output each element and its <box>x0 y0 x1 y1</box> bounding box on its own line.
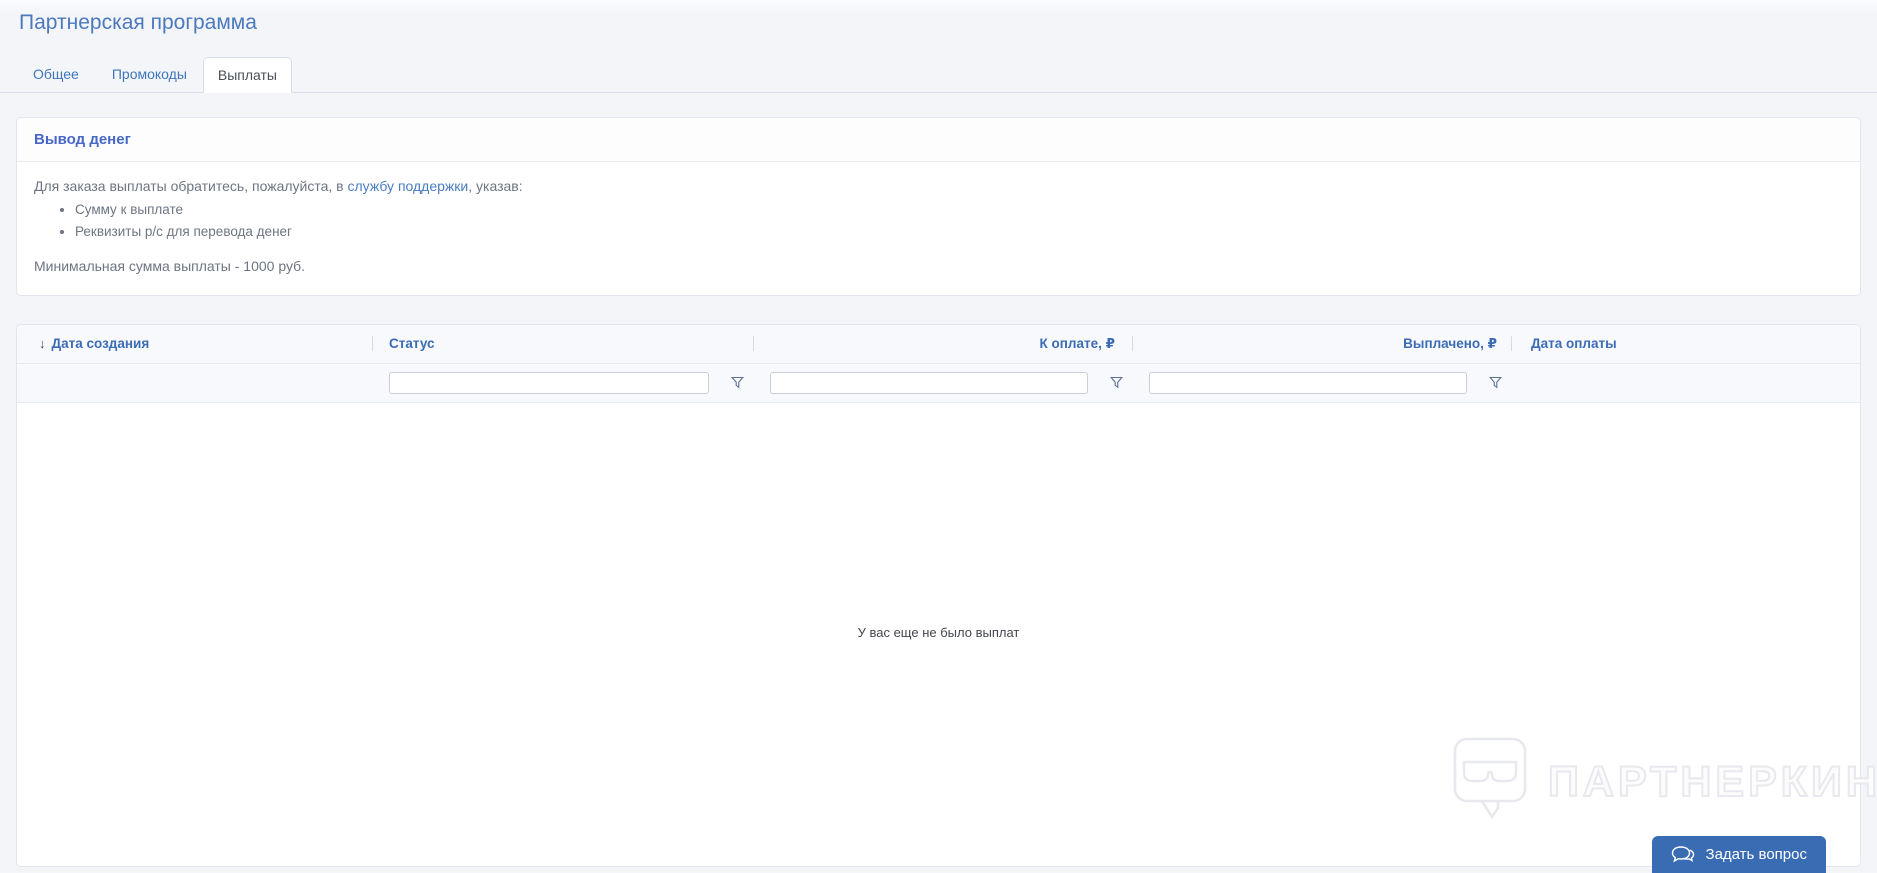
empty-state-text: У вас еще не было выплат <box>857 624 1020 640</box>
withdraw-bullet-list: Сумму к выплате Реквизиты р/с для перево… <box>34 200 1843 241</box>
filter-funnel-icon[interactable] <box>1489 376 1502 389</box>
bullet-sum: Сумму к выплате <box>75 200 1843 220</box>
intro-prefix: Для заказа выплаты обратитесь, пожалуйст… <box>34 178 348 194</box>
column-label: К оплате, ₽ <box>1039 335 1116 351</box>
filter-funnel-icon[interactable] <box>1110 376 1123 389</box>
withdraw-card-title: Вывод денег <box>17 118 1860 162</box>
tab-promocodes[interactable]: Промокоды <box>112 56 187 92</box>
payouts-filter-row <box>17 362 1860 403</box>
payouts-table-header: ↓ Дата создания Статус К оплате, ₽ Выпла… <box>17 324 1860 363</box>
intro-suffix: , указав: <box>468 178 523 194</box>
min-amount-note: Минимальная сумма выплаты - 1000 руб. <box>34 258 306 275</box>
support-link[interactable]: службу поддержки <box>348 178 469 194</box>
withdraw-money-card: Вывод денег Для заказа выплаты обратитес… <box>16 117 1861 296</box>
withdraw-intro: Для заказа выплаты обратитесь, пожалуйст… <box>34 176 1843 196</box>
chat-bubbles-icon <box>1671 845 1695 865</box>
filter-cell-payment-date <box>1512 364 1860 402</box>
ask-question-label: Задать вопрос <box>1705 846 1807 863</box>
tab-general[interactable]: Общее <box>33 56 79 92</box>
withdraw-card-body: Для заказа выплаты обратитесь, пожалуйст… <box>17 162 1860 295</box>
partner-program-page: Партнерская программа Общее Промокоды Вы… <box>0 0 1877 873</box>
filter-cell-to-pay <box>754 364 1133 402</box>
column-label: Выплачено, ₽ <box>1403 335 1497 351</box>
bullet-requisites: Реквизиты р/с для перевода денег <box>75 222 1843 242</box>
filter-funnel-icon[interactable] <box>731 376 744 389</box>
filter-input-status[interactable] <box>389 371 709 394</box>
column-header-creation-date[interactable]: ↓ Дата создания <box>17 325 373 363</box>
ask-question-button[interactable]: Задать вопрос <box>1651 836 1826 873</box>
column-label: Статус <box>389 336 435 352</box>
column-label: Дата создания <box>51 336 150 352</box>
column-label: Дата оплаты <box>1531 336 1617 352</box>
payouts-table-body: У вас еще не было выплат <box>17 402 1860 866</box>
page-title: Партнерская программа <box>19 11 257 34</box>
column-header-payment-date[interactable]: Дата оплаты <box>1512 325 1860 363</box>
column-header-to-pay[interactable]: К оплате, ₽ <box>754 325 1133 363</box>
column-header-paid-out[interactable]: Выплачено, ₽ <box>1133 325 1512 363</box>
tab-bar: Общее Промокоды Выплаты <box>0 56 1877 93</box>
filter-cell-creation-date <box>17 364 373 402</box>
column-header-status[interactable]: Статус <box>373 325 754 363</box>
filter-input-paid-out[interactable] <box>1149 371 1467 394</box>
sort-desc-icon: ↓ <box>39 336 46 352</box>
filter-input-to-pay[interactable] <box>770 371 1088 394</box>
payouts-table: ↓ Дата создания Статус К оплате, ₽ Выпла… <box>16 323 1861 867</box>
filter-cell-status <box>373 364 754 402</box>
tab-payouts[interactable]: Выплаты <box>202 57 292 93</box>
filter-cell-paid-out <box>1133 364 1512 402</box>
